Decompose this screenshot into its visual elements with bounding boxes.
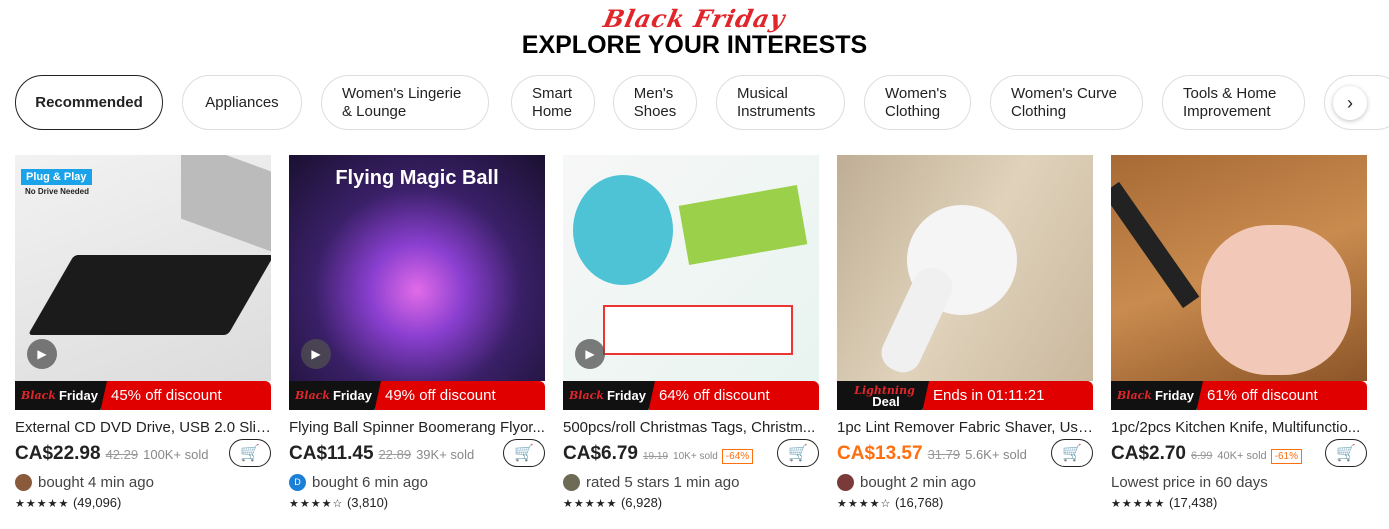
star-rating-icon: ★★★★☆ xyxy=(837,498,892,510)
sold-count: 5.6K+ sold xyxy=(965,447,1027,462)
review-count: (16,768) xyxy=(894,495,944,510)
cart-plus-icon: 🛒 xyxy=(514,445,534,462)
original-price: 42.29 xyxy=(105,447,139,462)
product-image[interactable]: Plug & Play No Drive Needed ▶ xyxy=(15,155,271,381)
product-card[interactable]: Flying Magic Ball ▶ Black Friday 49% off d… xyxy=(289,155,545,510)
product-image[interactable] xyxy=(1111,155,1367,381)
tab-womens-clothing[interactable]: Women's Clothing xyxy=(864,75,971,130)
review-count: (6,928) xyxy=(620,495,663,510)
black-friday-logo: Black Friday xyxy=(600,4,789,33)
deal-banner: Lightning Deal Ends in 01:11:21 xyxy=(837,381,1093,410)
product-card[interactable]: Lightning Deal Ends in 01:11:21 1pc Lint R… xyxy=(837,155,1093,510)
review-count: (3,810) xyxy=(346,495,389,510)
product-card[interactable]: ▶ Black Friday 64% off discount 500pcs/rol… xyxy=(563,155,819,510)
review-count: (17,438) xyxy=(1168,495,1218,510)
countdown: Ends in 01:11:21 xyxy=(923,381,1093,410)
cart-plus-icon: 🛒 xyxy=(1336,445,1356,462)
activity-text: rated 5 stars 1 min ago xyxy=(586,473,740,491)
image-label: Plug & Play xyxy=(21,169,92,185)
product-title[interactable]: 500pcs/roll Christmas Tags, Christm... xyxy=(563,419,819,436)
tab-recommended[interactable]: Recommended xyxy=(15,75,163,130)
tab-musical-instruments[interactable]: Musical Instruments xyxy=(716,75,845,130)
product-image[interactable]: Flying Magic Ball ▶ xyxy=(289,155,545,381)
price: CA$11.45 xyxy=(289,443,374,464)
tab-womens-curve-clothing[interactable]: Women's Curve Clothing xyxy=(990,75,1143,130)
tab-appliances[interactable]: Appliances xyxy=(182,75,302,130)
cart-plus-icon: 🛒 xyxy=(1062,445,1082,462)
cart-plus-icon: 🛒 xyxy=(788,445,808,462)
cart-plus-icon: 🛒 xyxy=(240,445,260,462)
avatar: D xyxy=(289,473,306,491)
rating: ★★★★☆ (3,810) xyxy=(289,495,545,510)
rating: ★★★★★ (17,438) xyxy=(1111,495,1367,510)
price: CA$2.70 xyxy=(1111,443,1186,464)
price: CA$6.79 xyxy=(563,443,638,464)
product-card[interactable]: Plug & Play No Drive Needed ▶ Black Frida… xyxy=(15,155,271,510)
product-title[interactable]: 1pc Lint Remover Fabric Shaver, Usb... xyxy=(837,419,1093,436)
original-price: 22.89 xyxy=(378,447,412,462)
avatar xyxy=(15,473,32,491)
product-title[interactable]: Flying Ball Spinner Boomerang Flyor... xyxy=(289,419,545,436)
deal-banner: Black Friday 49% off discount xyxy=(289,381,545,410)
activity-text: bought 4 min ago xyxy=(38,473,154,491)
sold-count: 39K+ sold xyxy=(416,447,475,462)
original-price: 19.19 xyxy=(643,451,669,462)
add-to-cart-button[interactable]: 🛒 xyxy=(1051,439,1093,467)
image-sublabel: No Drive Needed xyxy=(25,187,90,196)
rating: ★★★★☆ (16,768) xyxy=(837,495,1093,510)
rating: ★★★★★ (6,928) xyxy=(563,495,819,510)
price: CA$22.98 xyxy=(15,443,101,464)
rating: ★★★★★ (49,096) xyxy=(15,495,271,510)
product-image[interactable] xyxy=(837,155,1093,381)
image-label: Flying Magic Ball xyxy=(335,167,499,189)
add-to-cart-button[interactable]: 🛒 xyxy=(1325,439,1367,467)
tab-mens-shoes[interactable]: Men's Shoes xyxy=(613,75,697,130)
play-icon[interactable]: ▶ xyxy=(575,339,605,369)
activity-text: Lowest price in 60 days xyxy=(1111,473,1268,491)
add-to-cart-button[interactable]: 🛒 xyxy=(503,439,545,467)
deal-banner: Black Friday 45% off discount xyxy=(15,381,271,410)
tab-womens-lingerie[interactable]: Women's Lingerie & Lounge xyxy=(321,75,489,130)
discount-badge: -61% xyxy=(1270,449,1303,464)
review-count: (49,096) xyxy=(72,495,122,510)
star-rating-icon: ★★★★★ xyxy=(1111,498,1166,510)
sold-count: 40K+ sold xyxy=(1217,450,1267,462)
page-title: EXPLORE YOUR INTERESTS xyxy=(521,31,868,59)
product-title[interactable]: External CD DVD Drive, USB 2.0 Slim... xyxy=(15,419,271,436)
chevron-right-icon: › xyxy=(1347,92,1353,113)
star-rating-icon: ★★★★★ xyxy=(563,498,618,510)
sold-count: 10K+ sold xyxy=(673,451,718,462)
original-price: 6.99 xyxy=(1191,450,1213,462)
play-icon[interactable]: ▶ xyxy=(27,339,57,369)
category-tabs: Recommended Appliances Women's Lingerie … xyxy=(15,75,1389,131)
activity-text: bought 6 min ago xyxy=(312,473,428,491)
product-card[interactable]: Black Friday 61% off discount 1pc/2pcs Kit… xyxy=(1111,155,1367,510)
play-icon[interactable]: ▶ xyxy=(301,339,331,369)
star-rating-icon: ★★★★★ xyxy=(15,498,70,510)
deal-banner: Black Friday 64% off discount xyxy=(563,381,819,410)
star-rating-icon: ★★★★☆ xyxy=(289,498,344,510)
price: CA$13.57 xyxy=(837,443,923,464)
product-image[interactable]: ▶ xyxy=(563,155,819,381)
discount-badge: -64% xyxy=(721,449,754,464)
original-price: 31.79 xyxy=(927,447,961,462)
deal-banner: Black Friday 61% off discount xyxy=(1111,381,1367,410)
avatar xyxy=(563,473,580,491)
tab-smart-home[interactable]: Smart Home xyxy=(511,75,595,130)
add-to-cart-button[interactable]: 🛒 xyxy=(777,439,819,467)
add-to-cart-button[interactable]: 🛒 xyxy=(229,439,271,467)
tab-tools-home-improvement[interactable]: Tools & Home Improvement xyxy=(1162,75,1305,130)
avatar xyxy=(837,473,854,491)
next-categories-button[interactable]: › xyxy=(1333,86,1367,120)
product-title[interactable]: 1pc/2pcs Kitchen Knife, Multifunctio... xyxy=(1111,419,1367,436)
sold-count: 100K+ sold xyxy=(143,447,209,462)
activity-text: bought 2 min ago xyxy=(860,473,976,491)
